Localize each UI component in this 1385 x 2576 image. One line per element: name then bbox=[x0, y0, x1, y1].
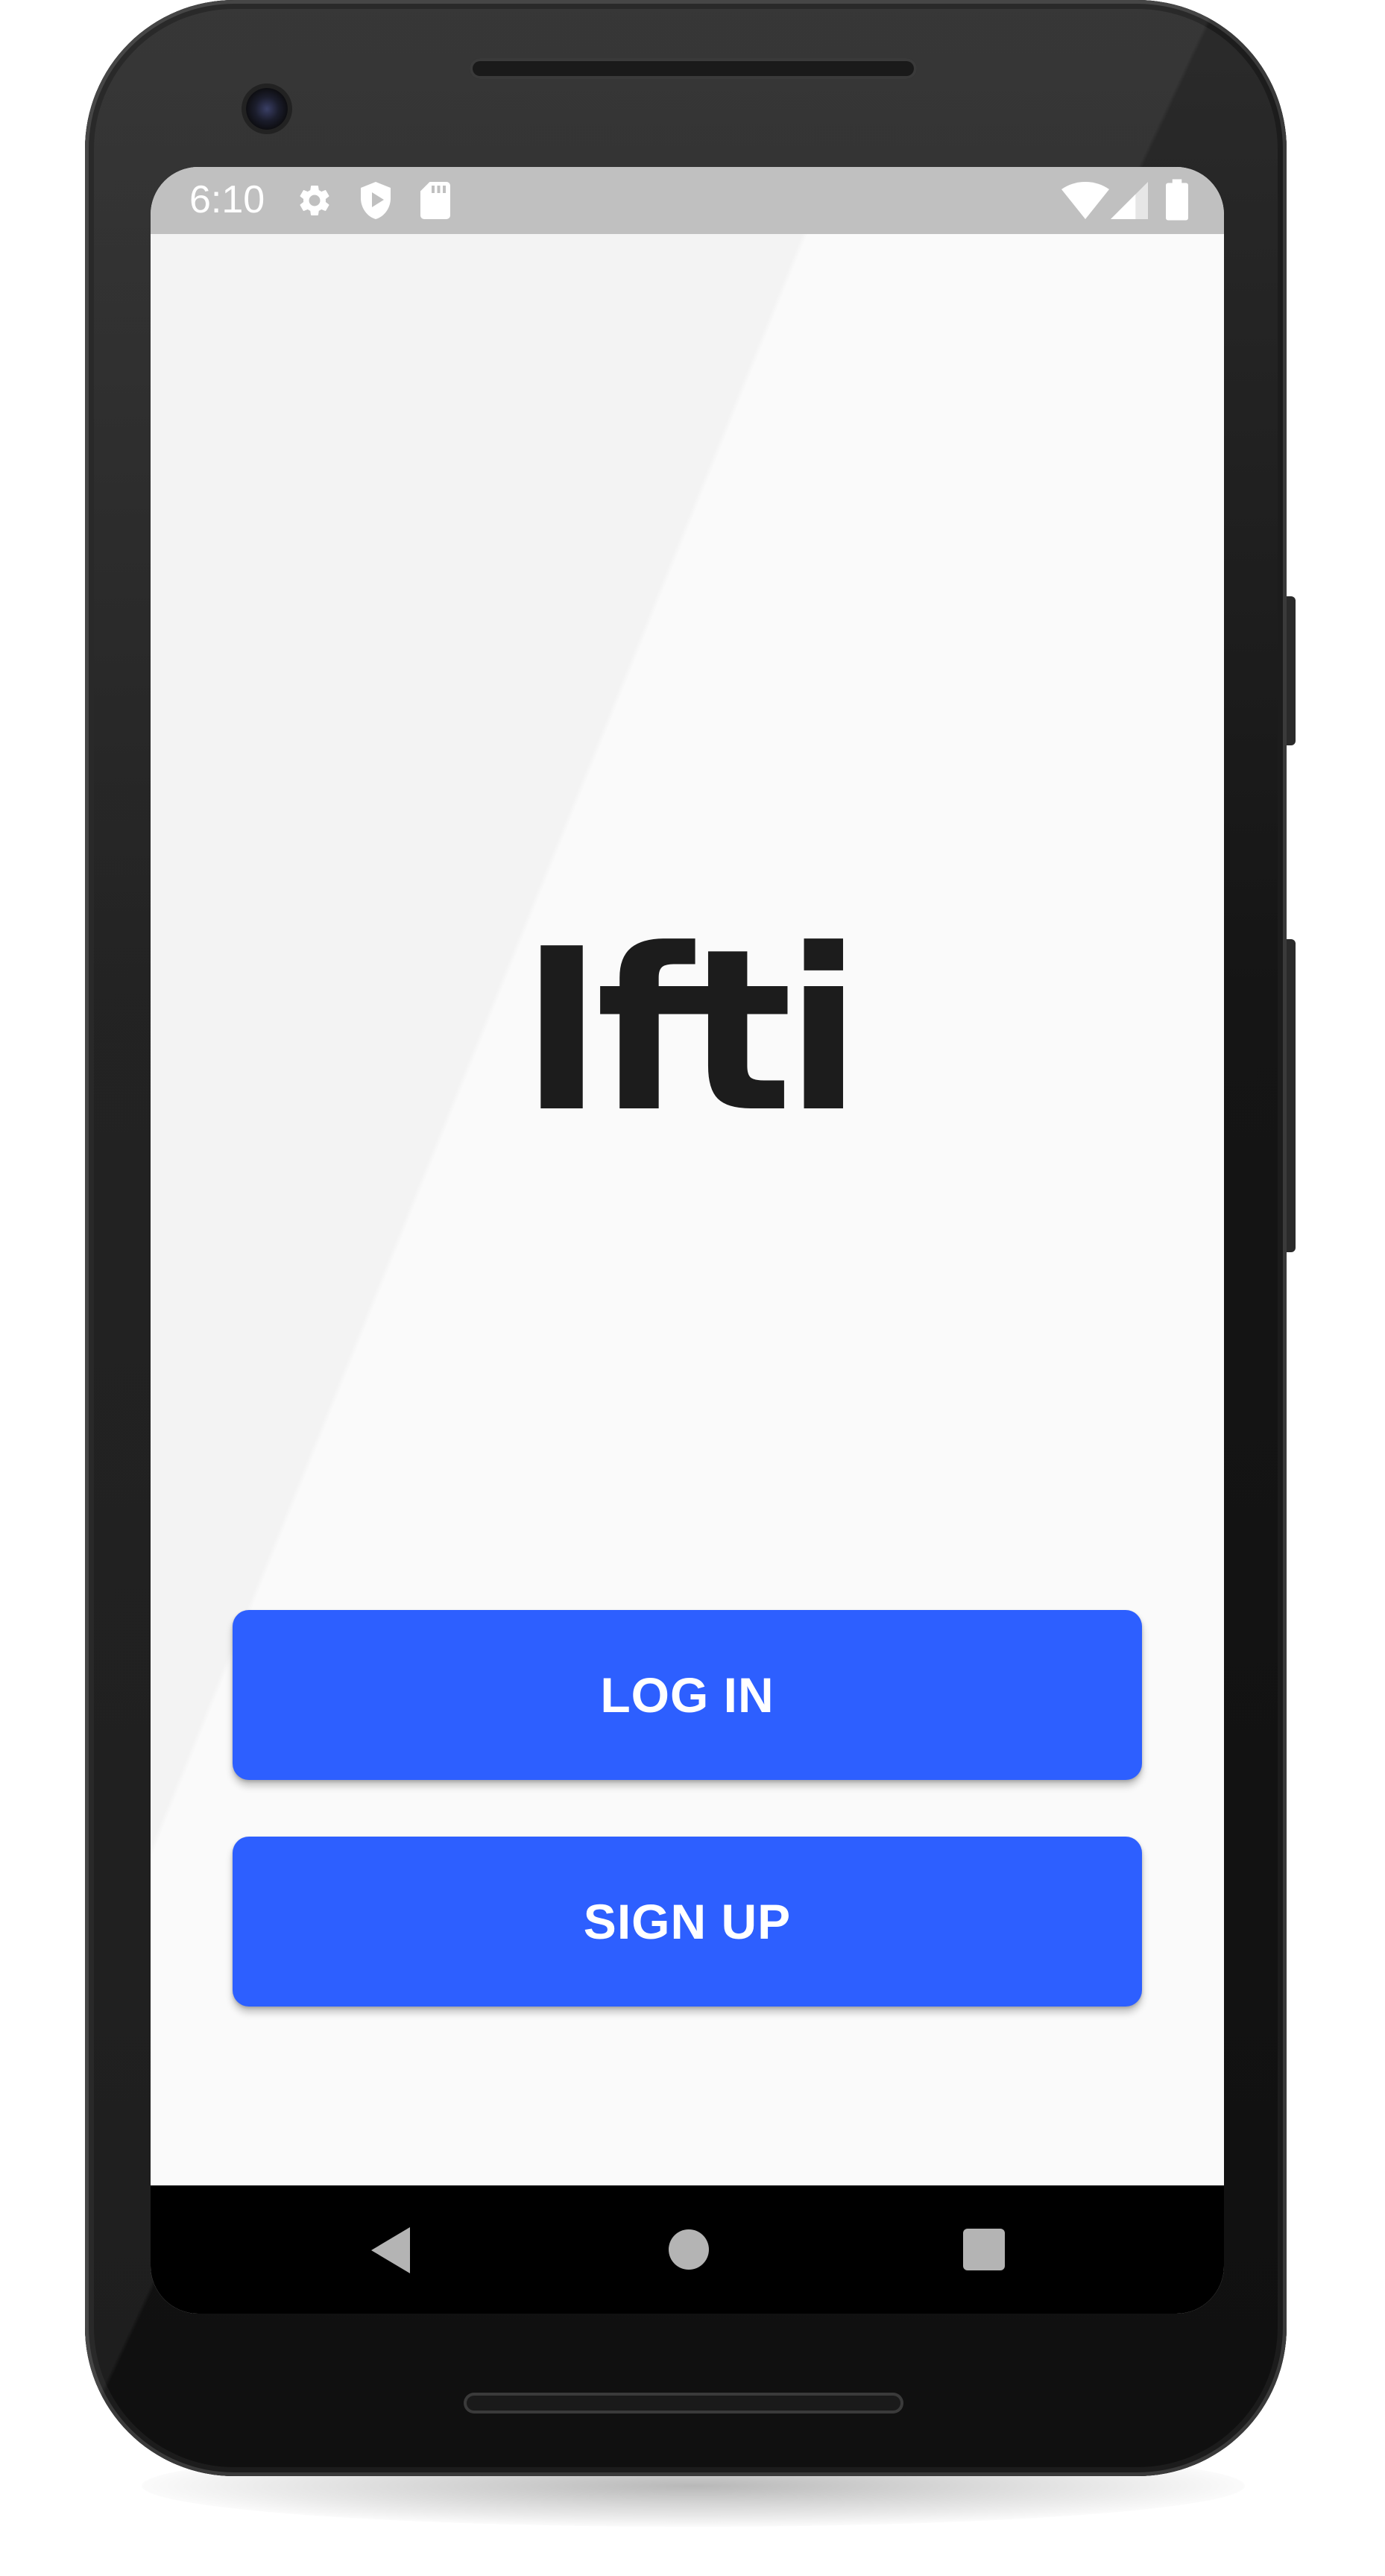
navigation-bar bbox=[151, 2185, 1224, 2314]
welcome-screen: Ifti LOG IN SIGN UP bbox=[151, 234, 1224, 2185]
recents-icon[interactable] bbox=[963, 2229, 1005, 2270]
wifi-icon bbox=[1061, 182, 1109, 219]
sd-card-icon bbox=[420, 182, 450, 219]
battery-icon bbox=[1166, 179, 1188, 221]
app-logo: Ifti bbox=[520, 901, 862, 1161]
power-button bbox=[1287, 939, 1296, 1252]
front-camera bbox=[246, 88, 288, 130]
status-bar: 6:10 bbox=[151, 167, 1224, 234]
signup-button[interactable]: SIGN UP bbox=[233, 1837, 1142, 2007]
volume-button bbox=[1287, 596, 1296, 745]
cell-signal-icon bbox=[1111, 182, 1148, 219]
screen: 6:10 Ifti LOG IN SIGN UP bbox=[151, 167, 1224, 2314]
status-time: 6:10 bbox=[189, 178, 265, 221]
gear-icon bbox=[300, 185, 329, 215]
top-speaker bbox=[470, 58, 917, 79]
login-button[interactable]: LOG IN bbox=[233, 1610, 1142, 1780]
home-icon[interactable] bbox=[668, 2229, 710, 2270]
bottom-speaker bbox=[464, 2393, 903, 2414]
shield-play-icon bbox=[361, 182, 391, 219]
back-icon[interactable] bbox=[371, 2227, 413, 2273]
